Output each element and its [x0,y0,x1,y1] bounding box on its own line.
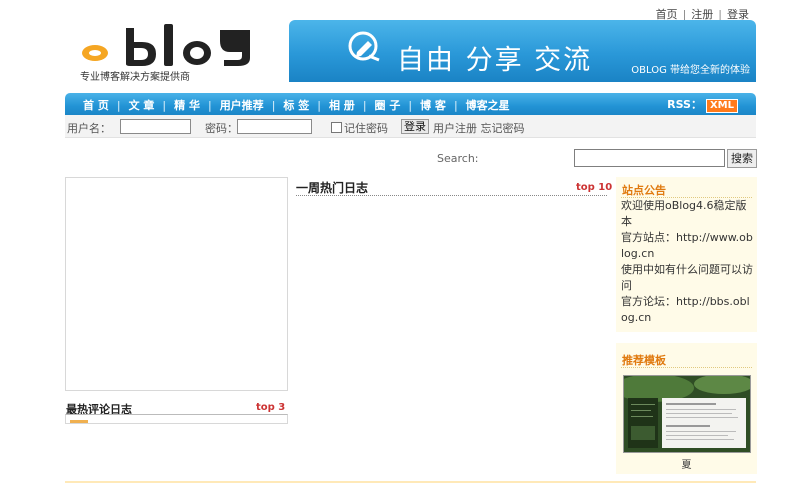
search-button[interactable]: 搜索 [727,149,757,168]
nav-item-tags[interactable]: 标 签 [283,97,309,113]
divider [296,195,607,196]
divider: | [362,99,367,112]
template-preview-image [624,376,750,452]
divider: | [317,99,321,112]
register-link[interactable]: 用户注册 [433,122,477,135]
notice-line[interactable]: 官方站点：http://www.oblog.cn [621,230,755,262]
notice-line: 使用中如有什么问题可以访问 [621,263,753,292]
site-notice: 站点公告 欢迎使用oBlog4.6稳定版本 官方站点：http://www.ob… [616,177,757,332]
divider: | [453,99,458,112]
left-panel [65,177,288,391]
nav-item-home[interactable]: 首 页 [83,97,109,113]
nav-item-blog-stars[interactable]: 博客之星 [466,97,510,113]
banner-tagline: OBLOG 带给您全新的体验 [631,65,750,76]
recommended-template: 推荐模板 夏 [616,343,757,474]
divider: | [408,99,413,112]
username-label: 用户名： [67,122,111,135]
xml-badge[interactable]: XML [705,99,738,113]
template-thumbnail[interactable] [623,375,751,453]
nav-item-articles[interactable]: 文 章 [129,97,155,113]
main-nav: 首 页 | 文 章 | 精 华 | 用户推荐 | 标 签 | 相 册 | 圈 子 | 博 客 | 博客之星 RS… [65,93,756,115]
header-banner: 自由 分享 交流 OBLOG 带给您全新的体验 [289,20,756,82]
password-input[interactable] [237,119,312,134]
divider [621,367,752,368]
search-input[interactable] [574,149,725,167]
oblog-logo-mark [82,24,250,66]
rss-label: RSS： [667,98,702,111]
login-bar: 用户名： 密码： 记住密码 登录 用户注册 忘记密码 [65,115,756,138]
divider: | [271,99,276,112]
nav-item-albums[interactable]: 相 册 [329,97,355,113]
hot-comment-list [65,414,288,424]
logo-subtitle: 专业博客解决方案提供商 [80,72,190,83]
nav-item-blogs[interactable]: 博 客 [420,97,446,113]
notice-line[interactable]: 官方论坛：http://bbs.oblog.cn [621,294,755,326]
list-marker [70,420,88,423]
search-label: Search: [437,152,479,165]
nav-item-circles[interactable]: 圈 子 [375,97,401,113]
hot-comment-top-badge: top 3 [256,402,286,413]
account-links: 用户注册 忘记密码 [433,120,525,136]
weekly-hot-top-badge: top 10 [576,182,613,193]
divider: | [162,99,167,112]
notice-line: 欢迎使用oBlog4.6稳定版本 [621,199,747,228]
forgot-password-link[interactable]: 忘记密码 [481,122,525,135]
banner-slogan: 自由 分享 交流 [397,45,593,76]
weekly-hot-title: 一周热门日志 [296,181,369,195]
rss-feed: RSS： XML [667,96,738,113]
notice-body: 欢迎使用oBlog4.6稳定版本 官方站点：http://www.oblog.c… [621,198,755,326]
pen-icon [348,31,380,62]
divider: | [116,99,121,112]
username-input[interactable] [120,119,191,134]
remember-label: 记住密码 [344,122,388,135]
login-button[interactable]: 登录 [401,119,429,134]
nav-item-recommended-users[interactable]: 用户推荐 [220,97,264,113]
nav-items: 首 页 | 文 章 | 精 华 | 用户推荐 | 标 签 | 相 册 | 圈 子 | 博 客 | 博客之星 [83,97,510,113]
nav-item-featured[interactable]: 精 华 [174,97,200,113]
template-name[interactable]: 夏 [616,456,757,471]
notice-title: 站点公告 [622,184,666,197]
password-label: 密码： [205,122,238,135]
divider: | [207,99,212,112]
remember-checkbox[interactable] [331,122,342,133]
template-title: 推荐模板 [622,354,666,367]
